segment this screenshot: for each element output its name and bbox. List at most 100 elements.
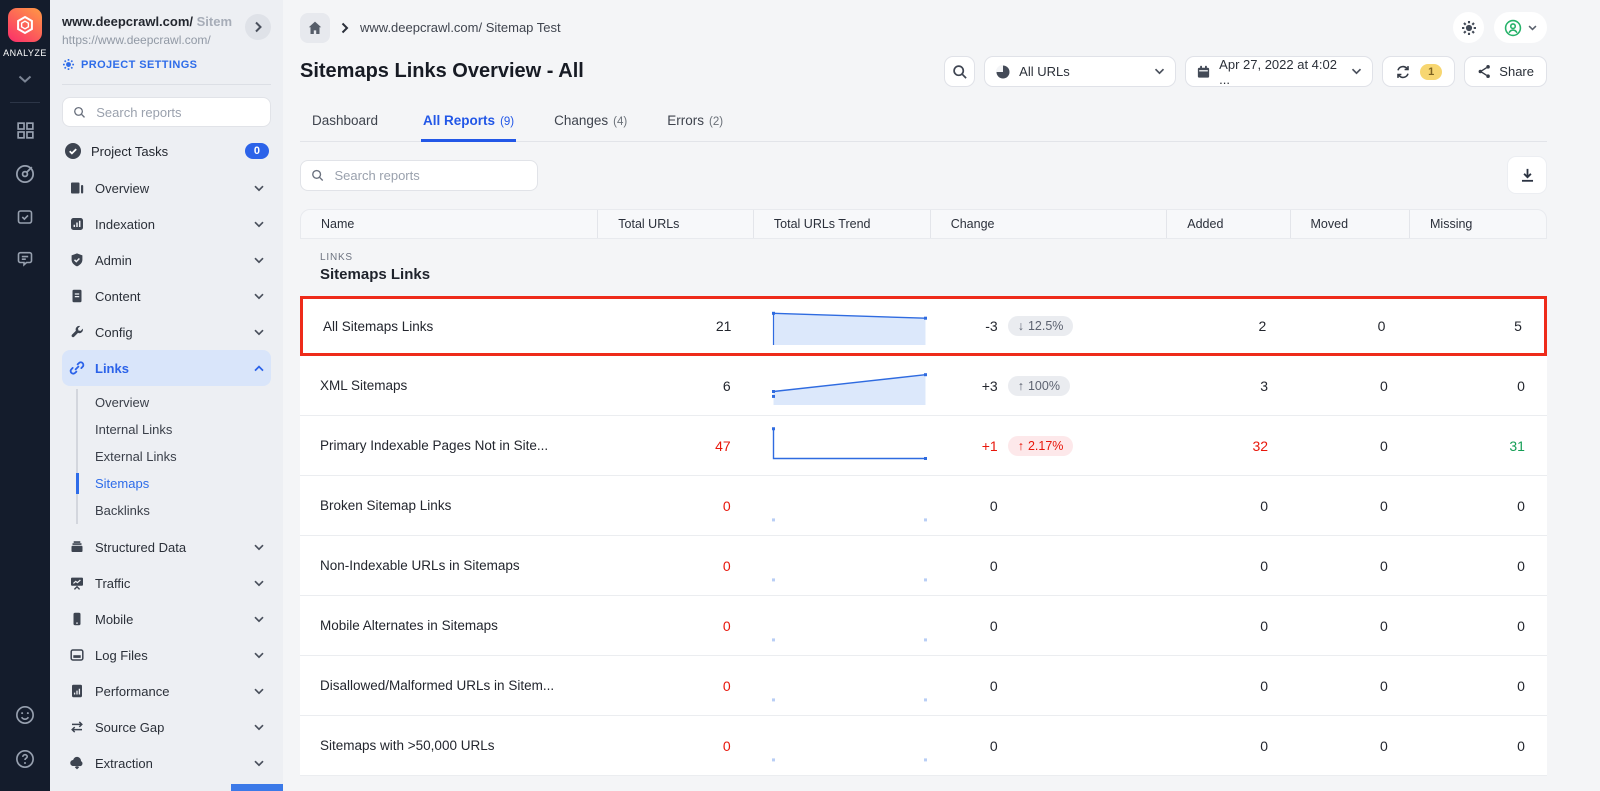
share-button[interactable]: Share (1464, 56, 1547, 87)
search-reports-input[interactable] (94, 104, 260, 121)
tab-changes[interactable]: Changes(4) (552, 103, 629, 141)
account-menu-button[interactable] (1494, 12, 1547, 43)
table-row-disallowed-malformed[interactable]: Disallowed/Malformed URLs in Sitem... 0 … (300, 656, 1547, 716)
report-name[interactable]: Broken Sitemap Links (300, 498, 597, 513)
extraction-cloud-icon (69, 755, 85, 771)
crawl-disc-button[interactable] (14, 163, 36, 185)
column-header-added[interactable]: Added (1166, 210, 1289, 238)
sidebar-subitem-backlinks[interactable]: Backlinks (78, 497, 271, 524)
missing-value: 0 (1410, 558, 1547, 574)
crawl-date-dropdown[interactable]: Apr 27, 2022 at 4:02 ... (1185, 56, 1373, 87)
change-percent-pill: ↓12.5% (1008, 316, 1074, 336)
report-name[interactable]: Disallowed/Malformed URLs in Sitem... (300, 678, 597, 693)
sidebar-item-project-tasks[interactable]: Project Tasks 0 (64, 142, 269, 160)
table-row-all-sitemaps-links[interactable]: All Sitemaps Links 21 -3 ↓12.5% 2 0 5 (300, 296, 1547, 356)
sidebar-subitem-internal-links[interactable]: Internal Links (78, 416, 271, 443)
rail-collapse-button[interactable] (18, 70, 32, 88)
change-value: 0 (948, 498, 998, 514)
moved-value: 0 (1290, 498, 1410, 514)
column-header-missing[interactable]: Missing (1409, 210, 1546, 238)
report-name[interactable]: Non-Indexable URLs in Sitemaps (300, 558, 597, 573)
sidebar-label: Extraction (95, 756, 153, 771)
table-row-mobile-alternates[interactable]: Mobile Alternates in Sitemaps 0 0 0 0 0 (300, 596, 1547, 656)
added-value: 3 (1167, 378, 1290, 394)
title-row: Sitemaps Links Overview - All All URLs (300, 56, 1547, 87)
report-name[interactable]: Mobile Alternates in Sitemaps (300, 618, 597, 633)
search-button[interactable] (944, 56, 975, 87)
table-row-primary-indexable[interactable]: Primary Indexable Pages Not in Site... 4… (300, 416, 1547, 476)
crawl-date-value: Apr 27, 2022 at 4:02 ... (1219, 57, 1343, 87)
chevron-down-icon (254, 580, 264, 587)
sidebar-item-admin[interactable]: Admin (62, 242, 271, 278)
settings-button[interactable] (1453, 12, 1484, 43)
total-urls-value: 47 (597, 438, 753, 454)
tasks-button[interactable] (15, 207, 35, 227)
table-row-non-indexable-urls[interactable]: Non-Indexable URLs in Sitemaps 0 0 0 0 0 (300, 536, 1547, 596)
home-button[interactable] (300, 13, 330, 43)
change-value: 0 (948, 738, 998, 754)
project-name-main: www.deepcrawl.com/ (62, 14, 197, 29)
sidebar-item-overview[interactable]: Overview (62, 170, 271, 206)
tab-dashboard[interactable]: Dashboard (310, 103, 385, 141)
sidebar-item-source-gap[interactable]: Source Gap (62, 709, 271, 745)
report-name[interactable]: Sitemaps with >50,000 URLs (300, 738, 597, 753)
tab-all-reports[interactable]: All Reports(9) (421, 103, 516, 142)
sidebar-item-links[interactable]: Links (62, 350, 271, 386)
column-header-total-urls[interactable]: Total URLs (597, 210, 753, 238)
change-cell: 0 (930, 738, 1167, 754)
trend-sparkline (771, 604, 931, 648)
added-value: 32 (1167, 438, 1290, 454)
change-value: 0 (948, 618, 998, 634)
column-header-name[interactable]: Name (301, 210, 597, 238)
notes-button[interactable] (15, 249, 35, 269)
sidebar-item-traffic[interactable]: Traffic (62, 565, 271, 601)
column-header-change[interactable]: Change (930, 210, 1167, 238)
table-row-broken-sitemap-links[interactable]: Broken Sitemap Links 0 0 0 0 0 (300, 476, 1547, 536)
sidebar-item-extraction[interactable]: Extraction (62, 745, 271, 781)
table-row-xml-sitemaps[interactable]: XML Sitemaps 6 +3 ↑100% 3 0 0 (300, 356, 1547, 416)
missing-value: 0 (1410, 498, 1547, 514)
sidebar-item-structured-data[interactable]: Structured Data (62, 529, 271, 565)
download-button[interactable] (1507, 156, 1547, 194)
total-urls-value: 0 (597, 678, 753, 694)
sidebar-item-indexation[interactable]: Indexation (62, 206, 271, 242)
tab-errors[interactable]: Errors(2) (665, 103, 725, 141)
chevron-down-icon (254, 544, 264, 551)
sidebar-subitem-sitemaps[interactable]: Sitemaps (78, 470, 271, 497)
check-circle-icon (64, 142, 82, 160)
download-icon (1519, 167, 1536, 184)
refresh-crawls-button[interactable]: 1 (1382, 56, 1455, 87)
table-toolbar (300, 156, 1547, 194)
feedback-button[interactable] (14, 704, 36, 726)
project-switcher-button[interactable] (245, 14, 271, 40)
report-name[interactable]: Primary Indexable Pages Not in Site... (300, 438, 597, 453)
performance-icon (69, 683, 85, 699)
project-name-truncated: Sitem (197, 14, 232, 29)
column-header-trend[interactable]: Total URLs Trend (753, 210, 930, 238)
source-gap-arrows-icon (69, 719, 85, 735)
table-search-input[interactable] (332, 167, 527, 184)
sidebar-subitem-overview[interactable]: Overview (78, 389, 271, 416)
share-label: Share (1499, 64, 1534, 79)
url-filter-dropdown[interactable]: All URLs (984, 56, 1176, 87)
scrollbar-thumb[interactable] (231, 784, 283, 791)
report-name[interactable]: XML Sitemaps (300, 378, 597, 393)
table-row-sitemaps-over-50000[interactable]: Sitemaps with >50,000 URLs 0 0 0 0 0 (300, 716, 1547, 776)
sync-icon (1395, 64, 1411, 80)
sidebar-item-content[interactable]: Content (62, 278, 271, 314)
chevron-down-icon (254, 616, 264, 623)
sidebar-subitem-external-links[interactable]: External Links (78, 443, 271, 470)
deepcrawl-logo[interactable] (8, 8, 42, 42)
report-name[interactable]: All Sitemaps Links (303, 319, 598, 334)
apps-grid-button[interactable] (15, 120, 36, 141)
sidebar-item-performance[interactable]: Performance (62, 673, 271, 709)
links-submenu: Overview Internal Links External Links S… (76, 389, 271, 524)
sidebar-item-config[interactable]: Config (62, 314, 271, 350)
breadcrumb-text[interactable]: www.deepcrawl.com/ Sitemap Test (360, 20, 561, 35)
sidebar-item-mobile[interactable]: Mobile (62, 601, 271, 637)
project-settings-link[interactable]: PROJECT SETTINGS (62, 58, 271, 71)
column-header-moved[interactable]: Moved (1290, 210, 1410, 238)
help-button[interactable] (14, 748, 36, 770)
chevron-down-icon (254, 760, 264, 767)
sidebar-item-log-files[interactable]: Log Files (62, 637, 271, 673)
